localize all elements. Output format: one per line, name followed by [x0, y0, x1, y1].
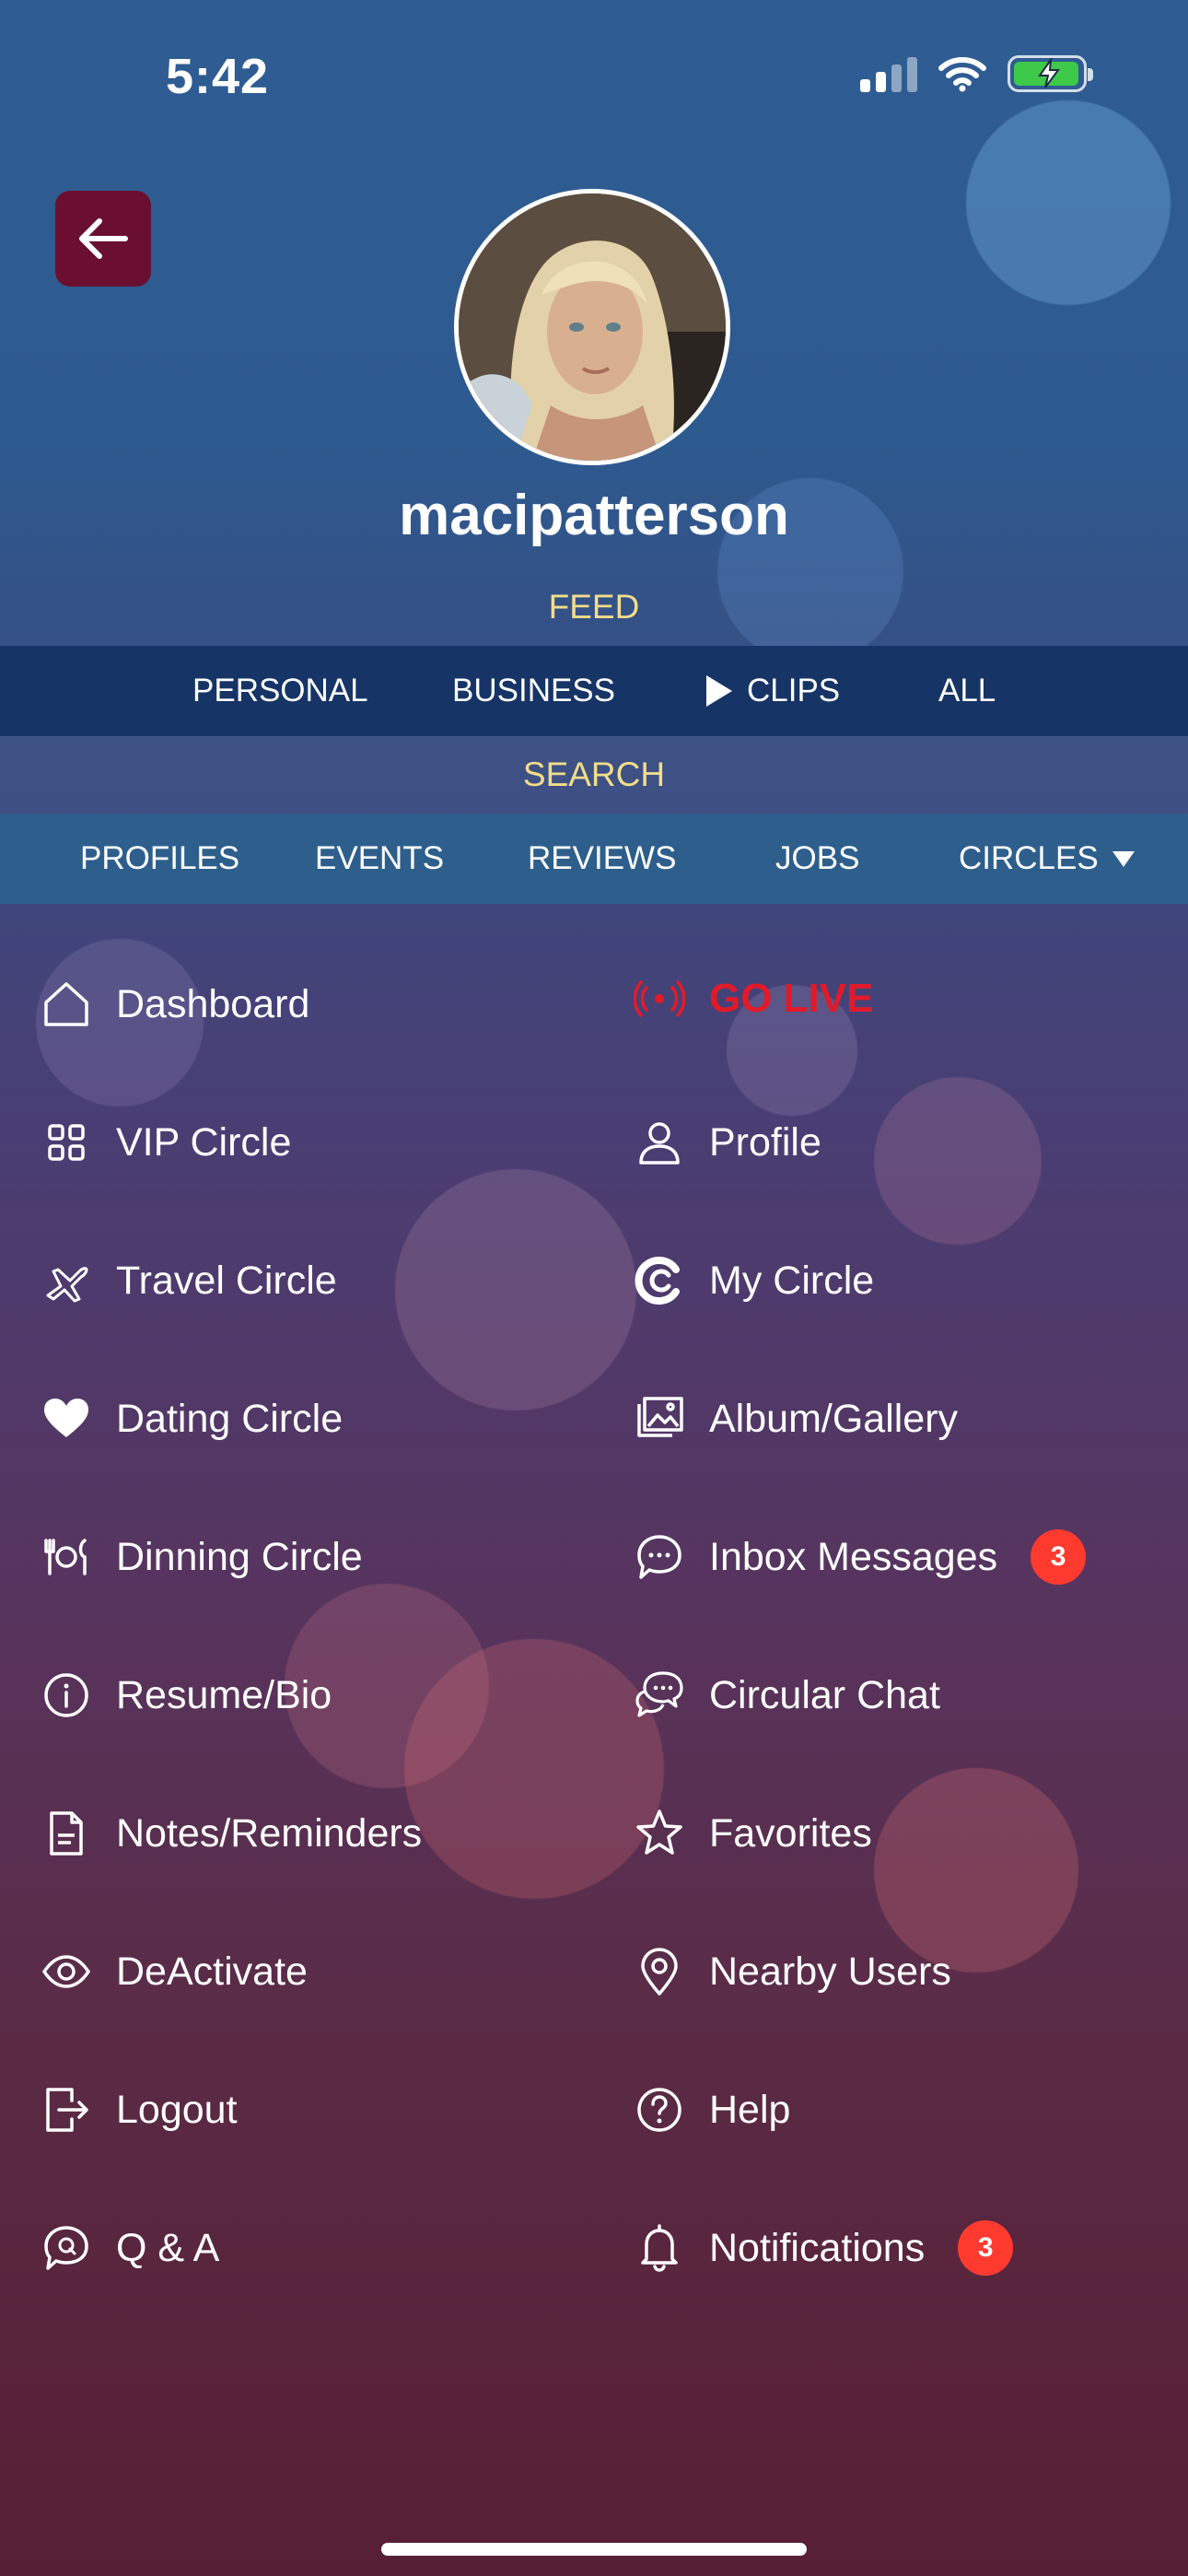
circle-logo-icon: [634, 1255, 685, 1306]
menu-resume-bio-label: Resume/Bio: [116, 1672, 332, 1717]
menu-vip-circle[interactable]: VIP Circle: [41, 1106, 291, 1179]
logout-icon: [41, 2084, 92, 2136]
tab-circles[interactable]: CIRCLES: [959, 840, 1136, 877]
feed-tab-bar: PERSONAL BUSINESS CLIPS ALL: [0, 646, 1188, 736]
search-category-bar: PROFILES EVENTS REVIEWS JOBS CIRCLES: [0, 814, 1188, 904]
search-heading: SEARCH: [522, 755, 666, 793]
status-time: 5:42: [166, 49, 270, 104]
chat-bubble-icon: [634, 1531, 685, 1583]
location-pin-icon: [634, 1946, 685, 1997]
menu-travel-circle-label: Travel Circle: [116, 1258, 337, 1303]
menu-go-live[interactable]: GO LIVE: [634, 962, 873, 1036]
tab-clips-label: CLIPS: [747, 673, 841, 708]
wifi-icon: [938, 57, 986, 92]
menu-dinning-circle-label: Dinning Circle: [116, 1534, 363, 1579]
menu-my-circle-label: My Circle: [709, 1258, 875, 1303]
heart-icon: [41, 1393, 92, 1445]
profile-avatar[interactable]: [454, 189, 730, 465]
menu-dating-circle-label: Dating Circle: [116, 1396, 344, 1441]
menu-travel-circle[interactable]: Travel Circle: [41, 1244, 337, 1317]
menu-inbox-messages[interactable]: Inbox Messages 3: [634, 1520, 1087, 1594]
menu-favorites[interactable]: Favorites: [634, 1797, 872, 1870]
tab-events-label: EVENTS: [315, 840, 445, 876]
battery-charging-icon: [1007, 55, 1093, 92]
menu-my-circle[interactable]: My Circle: [634, 1244, 874, 1317]
menu-circular-chat-label: Circular Chat: [709, 1672, 940, 1717]
menu-album-gallery[interactable]: Album/Gallery: [634, 1382, 958, 1456]
menu-nearby-users[interactable]: Nearby Users: [634, 1935, 951, 2008]
user-icon: [634, 1117, 685, 1168]
menu-nearby-users-label: Nearby Users: [709, 1949, 951, 1994]
caret-down-icon: [1112, 851, 1135, 867]
menu-favorites-label: Favorites: [709, 1810, 872, 1856]
menu-profile-label: Profile: [709, 1119, 821, 1165]
menu-q-and-a-label: Q & A: [116, 2225, 220, 2270]
grid-icon: [41, 1117, 92, 1168]
arrow-left-icon: [79, 218, 128, 259]
menu-dashboard-label: Dashboard: [116, 981, 310, 1026]
tab-personal[interactable]: PERSONAL: [192, 673, 368, 709]
star-icon: [634, 1808, 685, 1859]
broadcast-icon: [634, 973, 685, 1025]
tab-jobs[interactable]: JOBS: [775, 840, 859, 877]
qa-bubble-icon: [41, 2222, 92, 2274]
home-icon: [41, 978, 92, 1030]
home-indicator[interactable]: [381, 2543, 807, 2556]
status-icons: [860, 55, 1093, 92]
menu-help[interactable]: Help: [634, 2073, 790, 2147]
profile-username: macipatterson: [399, 484, 789, 547]
menu-inbox-messages-label: Inbox Messages: [709, 1534, 998, 1579]
gallery-icon: [634, 1393, 685, 1445]
eye-icon: [41, 1946, 92, 1997]
document-icon: [41, 1808, 92, 1859]
tab-clips[interactable]: CLIPS: [705, 673, 840, 709]
tab-reviews-label: REVIEWS: [528, 840, 677, 876]
menu-dating-circle[interactable]: Dating Circle: [41, 1382, 343, 1456]
bell-icon: [634, 2222, 685, 2274]
tab-all[interactable]: ALL: [938, 673, 996, 709]
tab-events[interactable]: EVENTS: [315, 840, 444, 877]
menu-album-gallery-label: Album/Gallery: [709, 1396, 959, 1441]
airplane-icon: [41, 1255, 92, 1306]
tab-profiles-label: PROFILES: [80, 840, 240, 876]
tab-circles-label: CIRCLES: [959, 840, 1099, 876]
menu-notes-reminders[interactable]: Notes/Reminders: [41, 1797, 422, 1870]
feed-heading: FEED: [548, 588, 640, 626]
menu-circular-chat[interactable]: Circular Chat: [634, 1658, 940, 1732]
cellular-signal-icon: [860, 55, 917, 92]
info-icon: [41, 1669, 92, 1721]
menu-notifications-label: Notifications: [709, 2225, 926, 2270]
tab-profiles[interactable]: PROFILES: [80, 840, 239, 877]
play-icon: [706, 675, 732, 707]
menu-help-label: Help: [709, 2087, 791, 2132]
back-button[interactable]: [55, 191, 151, 287]
menu-dashboard[interactable]: Dashboard: [41, 967, 309, 1041]
status-bar: 5:42: [0, 0, 1188, 157]
tab-all-label: ALL: [938, 673, 996, 708]
menu-deactivate-label: DeActivate: [116, 1949, 308, 1994]
tab-jobs-label: JOBS: [775, 840, 860, 876]
search-heading-bar: SEARCH: [0, 736, 1188, 814]
menu-resume-bio[interactable]: Resume/Bio: [41, 1658, 332, 1732]
menu-go-live-label: GO LIVE: [709, 976, 874, 1021]
dining-icon: [41, 1531, 92, 1583]
menu-dinning-circle[interactable]: Dinning Circle: [41, 1520, 363, 1594]
menu-notifications[interactable]: Notifications 3: [634, 2211, 1014, 2285]
menu-q-and-a[interactable]: Q & A: [41, 2211, 219, 2285]
avatar-photo: [459, 193, 726, 461]
inbox-unread-badge: 3: [1031, 1529, 1087, 1585]
menu-logout-label: Logout: [116, 2087, 238, 2132]
menu-profile[interactable]: Profile: [634, 1106, 821, 1179]
notifications-unread-badge: 3: [958, 2220, 1014, 2276]
menu-notes-reminders-label: Notes/Reminders: [116, 1810, 423, 1856]
menu-deactivate[interactable]: DeActivate: [41, 1935, 308, 2008]
menu-vip-circle-label: VIP Circle: [116, 1119, 292, 1165]
help-icon: [634, 2084, 685, 2136]
menu-logout[interactable]: Logout: [41, 2073, 238, 2147]
tab-business[interactable]: BUSINESS: [452, 673, 615, 709]
tab-personal-label: PERSONAL: [192, 673, 368, 708]
group-chat-icon: [634, 1669, 685, 1721]
tab-reviews[interactable]: REVIEWS: [528, 840, 676, 877]
tab-business-label: BUSINESS: [452, 673, 615, 708]
